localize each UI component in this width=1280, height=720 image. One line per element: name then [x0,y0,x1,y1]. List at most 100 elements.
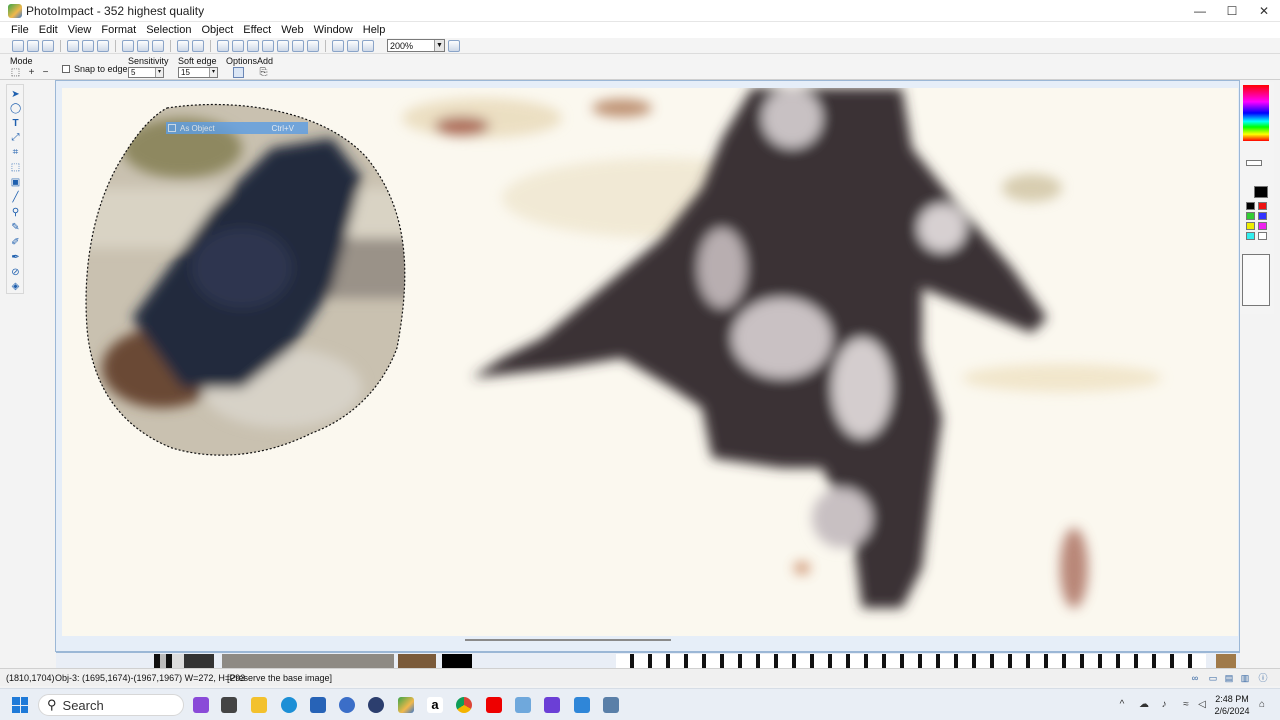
pick-tool-icon[interactable]: ➤ [10,89,21,100]
swatch-green[interactable] [1246,212,1255,220]
soft-edge-spinner[interactable]: 15 ▾ [178,67,218,78]
spinner-arrows-icon[interactable]: ▾ [209,68,217,77]
link-icon[interactable]: ∞ [1190,673,1200,683]
chevron-up-icon[interactable]: ^ [1116,699,1128,711]
thumbnail[interactable] [1216,654,1236,668]
options-icon[interactable] [233,67,244,78]
paint-tool-icon[interactable]: ✎ [10,222,21,233]
wifi-icon[interactable]: ≈ [1180,699,1192,711]
user-app-icon[interactable] [368,697,384,713]
swatch-yellow[interactable] [1246,222,1255,230]
cut-icon[interactable] [122,39,134,52]
add-selection-icon[interactable]: + [26,67,37,78]
layer-icon[interactable] [217,39,229,52]
taskbar-search[interactable]: ⚲ Search [38,694,184,716]
undo-icon[interactable] [177,39,189,52]
scan-icon[interactable] [97,39,109,52]
minimize-button[interactable]: — [1184,0,1216,22]
copilot-icon[interactable] [193,697,209,713]
text-tool-icon[interactable]: T [10,118,21,129]
sensitivity-spinner[interactable]: 5 ▾ [128,67,164,78]
new-selection-icon[interactable]: ⬚ [10,67,21,78]
close-button[interactable]: ✕ [1248,0,1280,22]
panel-icon[interactable] [307,39,319,52]
eyedropper-tool-icon[interactable]: ╱ [10,192,21,203]
redo-icon[interactable] [192,39,204,52]
view-icon[interactable] [332,39,344,52]
menu-effect[interactable]: Effect [238,24,276,36]
menu-object[interactable]: Object [196,24,238,36]
fill-tool-icon[interactable]: ◈ [10,281,21,292]
zoom-tool-icon[interactable]: ⚲ [10,207,21,218]
effect-icon[interactable] [277,39,289,52]
thumbnail[interactable] [154,654,214,668]
amazon-icon[interactable]: a [427,697,443,713]
fit-icon[interactable] [362,39,374,52]
menu-format[interactable]: Format [96,24,141,36]
microphone-icon[interactable]: ♪ [1158,699,1170,711]
zoom-select[interactable]: 200% ▼ [387,39,445,52]
volume-icon[interactable]: ◁ [1196,699,1208,711]
layer-options-icon[interactable] [232,39,244,52]
task-view-icon[interactable] [221,697,237,713]
resize-icon[interactable] [262,39,274,52]
menu-edit[interactable]: Edit [34,24,63,36]
clone-tool-icon[interactable]: ✒ [10,252,21,263]
app-icon[interactable] [515,697,531,713]
image-canvas[interactable] [62,88,1238,636]
print-preview-icon[interactable] [82,39,94,52]
thumbnail[interactable] [398,654,436,668]
menu-view[interactable]: View [63,24,97,36]
thumbnail[interactable] [222,654,394,668]
open-file-icon[interactable] [27,39,39,52]
crop-icon[interactable] [247,39,259,52]
swatch-black[interactable] [1246,202,1255,210]
chevron-down-icon[interactable]: ▼ [434,40,444,51]
snap-to-edges-option[interactable]: Snap to edges [62,64,132,74]
settings-icon[interactable] [339,697,355,713]
swatch-blue[interactable] [1258,212,1267,220]
notification-bell-icon[interactable]: ⌂ [1256,699,1268,711]
thumbnail[interactable] [616,654,1206,668]
app-icon[interactable] [574,697,590,713]
panel-icon[interactable]: ▥ [1240,673,1250,683]
maximize-button[interactable]: ☐ [1216,0,1248,22]
windows-start-icon[interactable] [12,697,28,713]
menu-selection[interactable]: Selection [141,24,196,36]
frame-icon[interactable] [292,39,304,52]
brush-tool-icon[interactable]: ✐ [10,237,21,248]
panel-manager-icon[interactable] [1242,254,1270,306]
color-picker-spectrum[interactable] [1243,85,1269,141]
menu-file[interactable]: File [6,24,34,36]
swatch-white[interactable] [1258,232,1267,240]
layout-icon[interactable]: ▤ [1224,673,1234,683]
thumbnail[interactable] [442,654,472,668]
retouch-tool-icon[interactable]: ⊘ [10,267,21,278]
subtract-selection-icon[interactable]: − [40,67,51,78]
bucket-tool-icon[interactable]: ⬚ [10,162,21,173]
copy-icon[interactable] [137,39,149,52]
print-icon[interactable] [67,39,79,52]
snap-to-edges-checkbox[interactable] [62,65,70,73]
new-file-icon[interactable] [12,39,24,52]
frame-tool-icon[interactable]: ▣ [10,177,21,188]
spinner-arrows-icon[interactable]: ▾ [155,68,163,77]
menu-help[interactable]: Help [358,24,391,36]
crop-tool-icon[interactable]: ⌗ [10,147,21,158]
screen-icon[interactable]: ▭ [1208,673,1218,683]
edge-browser-icon[interactable] [281,697,297,713]
photoimpact-taskbar-icon[interactable] [398,697,414,713]
system-clock[interactable]: 2:48 PM 2/6/2024 [1212,693,1252,717]
menu-window[interactable]: Window [309,24,358,36]
horizontal-scrollbar[interactable] [465,639,671,641]
youtube-icon[interactable] [486,697,502,713]
chrome-icon[interactable] [456,697,472,713]
app-icon[interactable] [544,697,560,713]
info-icon[interactable]: ⓘ [1258,673,1268,683]
app-icon[interactable] [603,697,619,713]
hand-tool-icon[interactable] [448,39,460,52]
menu-web[interactable]: Web [276,24,308,36]
store-icon[interactable] [310,697,326,713]
file-explorer-icon[interactable] [251,697,267,713]
save-icon[interactable] [42,39,54,52]
